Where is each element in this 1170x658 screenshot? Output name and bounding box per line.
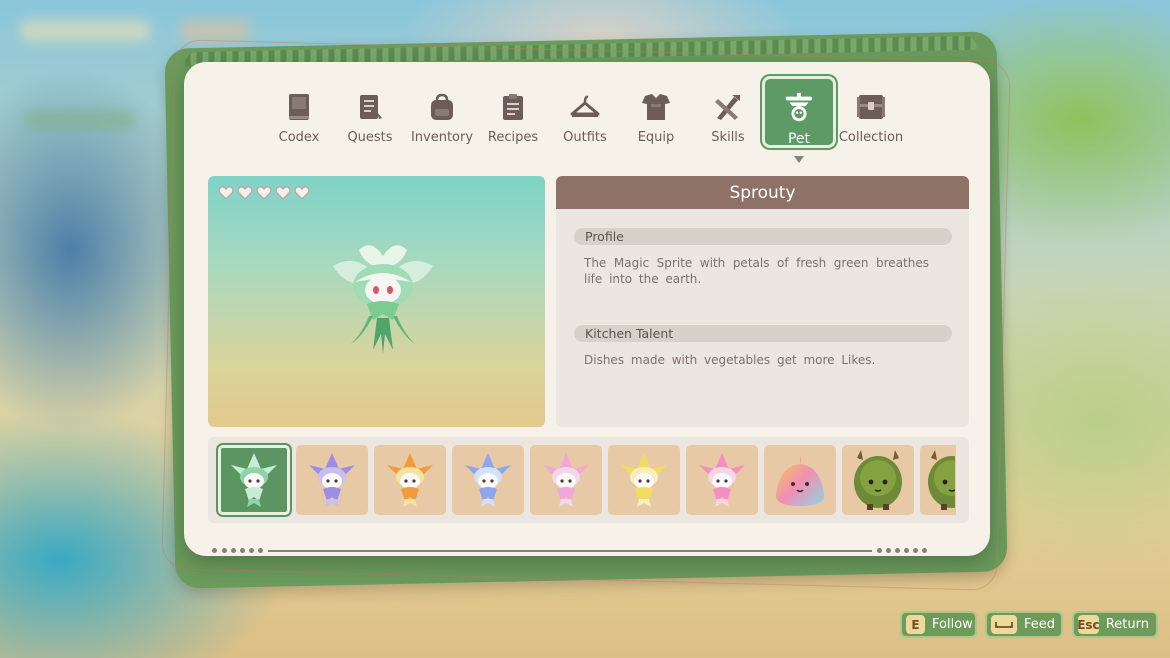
pet-thumbnail-icon (465, 453, 511, 507)
pet-slot[interactable] (608, 445, 680, 515)
tools-icon (711, 90, 745, 124)
deco-dot (240, 548, 245, 553)
deco-dot (895, 548, 900, 553)
menu-tabs: Codex Quests Inventory Recipes Outfits E… (262, 76, 912, 156)
background-scenery (20, 20, 150, 42)
talent-text: Dishes made with vegetables get more Lik… (584, 353, 876, 367)
heart-icon (237, 186, 253, 200)
pet-thumbnail-icon (231, 453, 277, 507)
profile-heading: Profile (574, 228, 952, 245)
deco-dot (922, 548, 927, 553)
backpack-icon (425, 90, 459, 124)
heart-icon (275, 186, 291, 200)
talent-heading: Kitchen Talent (574, 325, 952, 342)
tab-label: Inventory (410, 130, 474, 145)
heart-icon (294, 186, 310, 200)
pet-slot[interactable] (218, 445, 290, 515)
tab-recipes[interactable]: Recipes (476, 76, 550, 148)
clipboard-icon (496, 90, 530, 124)
scroll-icon (353, 90, 387, 124)
return-button[interactable]: Esc Return (1072, 611, 1158, 638)
pet-slot[interactable] (452, 445, 524, 515)
tab-skills[interactable]: Skills (691, 76, 765, 148)
armor-icon (639, 90, 673, 124)
pet-slot[interactable] (530, 445, 602, 515)
pet-bowl-icon (782, 91, 816, 125)
pet-slot[interactable] (686, 445, 758, 515)
heart-icon (256, 186, 272, 200)
background-scenery-3 (25, 110, 135, 130)
follow-label: Follow (932, 617, 973, 632)
deco-dot (249, 548, 254, 553)
tab-inventory[interactable]: Inventory (405, 76, 479, 148)
pet-thumbnail-icon (854, 450, 902, 510)
pet-thumbnail-icon (928, 450, 955, 510)
pet-info-panel: Sprouty Profile The Magic Sprite with pe… (556, 176, 969, 427)
tab-label: Equip (637, 130, 675, 145)
heart-icon (218, 186, 234, 200)
pet-slot[interactable] (374, 445, 446, 515)
deco-dot (231, 548, 236, 553)
tab-outfits[interactable]: Outfits (548, 76, 622, 148)
affection-hearts (218, 185, 310, 201)
deco-dot (913, 548, 918, 553)
profile-text: The Magic Sprite with petals of fresh gr… (584, 256, 929, 286)
deco-dot (258, 548, 263, 553)
deco-dot (877, 548, 882, 553)
key-e: E (906, 615, 925, 634)
follow-button[interactable]: E Follow (900, 611, 977, 638)
tab-pet[interactable]: Pet (762, 76, 836, 148)
tab-label: Collection (838, 130, 904, 145)
pet-thumbnail-icon (309, 453, 355, 507)
key-esc: Esc (1077, 615, 1100, 634)
hanger-icon (568, 90, 602, 124)
pet-thumbnail-icon (775, 456, 825, 506)
pet-thumbnail-icon (543, 453, 589, 507)
active-tab-indicator (794, 156, 804, 163)
feed-label: Feed (1024, 617, 1056, 632)
pet-slot[interactable] (920, 445, 956, 515)
pet-preview (208, 176, 545, 427)
deco-dot (222, 548, 227, 553)
tab-codex[interactable]: Codex (262, 76, 336, 148)
pet-slot[interactable] (842, 445, 914, 515)
sprouty-sprite (333, 245, 433, 354)
book-icon (282, 90, 316, 124)
tab-label: Pet (787, 131, 811, 147)
return-label: Return (1105, 617, 1149, 632)
pet-name: Sprouty (556, 176, 969, 209)
tab-collection[interactable]: Collection (833, 76, 909, 148)
deco-dot (212, 548, 217, 553)
background-scenery-2 (180, 20, 250, 42)
feed-button[interactable]: Feed (985, 611, 1063, 638)
deco-dot (886, 548, 891, 553)
tab-label: Codex (278, 130, 320, 145)
pet-slot[interactable] (764, 445, 836, 515)
tab-quests[interactable]: Quests (333, 76, 407, 148)
pet-thumbnail-icon (621, 453, 667, 507)
tab-label: Quests (347, 130, 393, 145)
pet-slot[interactable] (296, 445, 368, 515)
footer-divider (268, 550, 872, 552)
deco-dot (904, 548, 909, 553)
chest-icon (854, 90, 888, 124)
pet-thumbnail-icon (699, 453, 745, 507)
pet-thumbnail-icon (387, 453, 433, 507)
key-space (991, 615, 1017, 634)
pet-selection-strip (208, 437, 969, 523)
tab-label: Skills (711, 130, 745, 145)
tab-label: Outfits (563, 130, 607, 145)
tab-equip[interactable]: Equip (619, 76, 693, 148)
tab-label: Recipes (487, 130, 539, 145)
